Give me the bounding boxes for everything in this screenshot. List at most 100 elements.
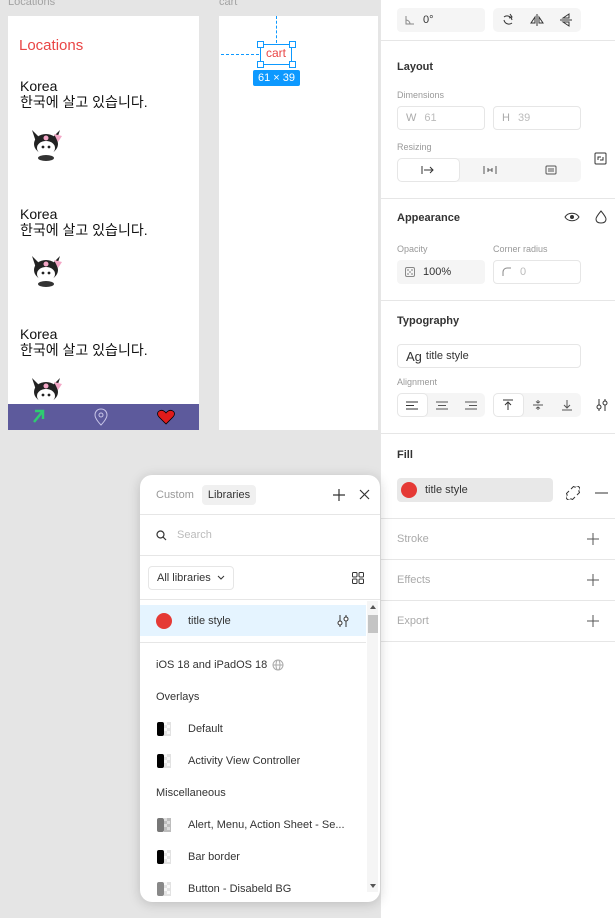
- width-value: 61: [424, 112, 437, 124]
- align-center-icon: [436, 401, 448, 409]
- style-item[interactable]: Button - Disabeld BG: [140, 873, 366, 902]
- resizing-hug-button[interactable]: [460, 158, 521, 182]
- align-bottom-icon: [561, 400, 572, 411]
- style-list[interactable]: title style iOS 18 and iPadOS 18 Overlay…: [140, 601, 366, 902]
- style-item[interactable]: Bar border: [140, 841, 366, 873]
- scroll-up-icon[interactable]: [368, 603, 378, 611]
- resize-handle[interactable]: [289, 61, 296, 68]
- split-swatch-icon: [157, 882, 171, 896]
- tab-custom[interactable]: Custom: [150, 485, 200, 505]
- selection-box[interactable]: [260, 44, 292, 65]
- corner-radius-field[interactable]: 0: [493, 260, 581, 284]
- align-center-button[interactable]: [428, 393, 457, 417]
- alignment-label: Alignment: [397, 377, 438, 387]
- cart-frame[interactable]: cart 61 × 39: [219, 16, 378, 430]
- location-entry[interactable]: Korea 한국에 살고 있습니다.: [20, 78, 148, 110]
- stroke-title: Stroke: [397, 533, 429, 545]
- entry-country: Korea: [20, 326, 58, 342]
- height-value: 39: [517, 112, 531, 124]
- align-left-button[interactable]: [397, 393, 428, 417]
- remove-fill-icon[interactable]: [595, 492, 608, 494]
- stroke-section[interactable]: Stroke: [381, 519, 615, 560]
- resizing-fill-button[interactable]: [520, 158, 581, 182]
- effects-section[interactable]: Effects: [381, 560, 615, 601]
- resize-handle[interactable]: [257, 41, 264, 48]
- rotate-button[interactable]: [493, 8, 522, 32]
- flip-horizontal-button[interactable]: [522, 8, 551, 32]
- resize-to-fit-icon[interactable]: [594, 152, 607, 165]
- map-pin-icon[interactable]: [94, 408, 108, 426]
- style-item[interactable]: Alert, Menu, Action Sheet - Se...: [140, 809, 366, 841]
- split-swatch-icon: [157, 818, 171, 832]
- export-section[interactable]: Export: [381, 601, 615, 642]
- add-effect-icon[interactable]: [587, 574, 599, 586]
- fill-style-name: title style: [425, 484, 468, 496]
- tab-libraries[interactable]: Libraries: [201, 484, 257, 505]
- library-filter-dropdown[interactable]: All libraries: [148, 565, 234, 590]
- entry-text: 한국에 살고 있습니다.: [20, 222, 148, 238]
- scrollbar-thumb[interactable]: [368, 615, 378, 633]
- add-stroke-icon[interactable]: [587, 533, 599, 545]
- align-top-icon: [503, 399, 514, 410]
- detach-style-icon[interactable]: [566, 486, 580, 500]
- text-settings-icon[interactable]: [595, 398, 609, 412]
- text-style-name: title style: [425, 350, 469, 362]
- resizing-fixed-button[interactable]: [397, 158, 460, 182]
- fill-container-icon: [545, 165, 557, 175]
- locations-title[interactable]: Locations: [19, 37, 83, 54]
- fill-style-picker[interactable]: Custom Libraries All libraries title sty…: [140, 475, 380, 902]
- rotation-field[interactable]: 0°: [397, 8, 485, 32]
- close-icon[interactable]: [359, 489, 370, 500]
- style-item[interactable]: Default: [140, 713, 366, 745]
- scrollbar[interactable]: [367, 601, 378, 892]
- locations-frame[interactable]: Locations Korea 한국에 살고 있습니다. Korea 한국에 살…: [8, 16, 199, 430]
- selected-color-dot: [156, 612, 172, 629]
- tab-bar[interactable]: [8, 404, 199, 430]
- heart-icon[interactable]: [156, 409, 175, 425]
- resize-handle[interactable]: [289, 41, 296, 48]
- hug-contents-icon: [483, 166, 497, 174]
- export-title: Export: [397, 615, 429, 627]
- library-heading: iOS 18 and iPadOS 18: [140, 649, 366, 681]
- resize-handle[interactable]: [257, 61, 264, 68]
- entry-text: 한국에 살고 있습니다.: [20, 94, 148, 110]
- mascot-image[interactable]: [28, 250, 64, 288]
- frame-label-cart[interactable]: cart: [219, 0, 237, 8]
- chevron-down-icon: [217, 575, 225, 580]
- opacity-field[interactable]: 100%: [397, 260, 485, 284]
- corner-radius-label: Corner radius: [493, 244, 548, 254]
- typography-title: Typography: [397, 315, 460, 327]
- library-name: iOS 18 and iPadOS 18: [156, 659, 268, 671]
- align-bottom-button[interactable]: [552, 393, 581, 417]
- entry-text: 한국에 살고 있습니다.: [20, 342, 148, 358]
- width-field[interactable]: W 61: [397, 106, 485, 130]
- search-input[interactable]: [177, 529, 347, 541]
- edit-style-icon[interactable]: [336, 614, 350, 628]
- grid-view-icon[interactable]: [352, 571, 364, 584]
- horizontal-align-controls: [397, 393, 485, 417]
- flip-vertical-button[interactable]: [552, 8, 581, 32]
- mascot-image[interactable]: [28, 124, 64, 162]
- split-swatch-icon: [157, 722, 171, 736]
- location-entry[interactable]: Korea 한국에 살고 있습니다.: [20, 326, 148, 358]
- location-entry[interactable]: Korea 한국에 살고 있습니다.: [20, 206, 148, 238]
- add-export-icon[interactable]: [587, 615, 599, 627]
- eye-icon[interactable]: [564, 212, 580, 222]
- arrow-icon[interactable]: [32, 409, 46, 425]
- fill-style-field[interactable]: title style: [397, 478, 553, 502]
- corner-radius-icon: [502, 267, 511, 276]
- scroll-down-icon[interactable]: [368, 882, 378, 890]
- frame-label-locations[interactable]: Locations: [8, 0, 55, 8]
- plus-icon[interactable]: [333, 488, 345, 501]
- align-right-button[interactable]: [456, 393, 485, 417]
- style-item-selected[interactable]: title style: [140, 605, 366, 636]
- picker-filter-bar: All libraries: [140, 556, 380, 600]
- typography-section: Typography Ag title style Alignment: [381, 301, 615, 434]
- blend-mode-icon[interactable]: [595, 210, 607, 224]
- opacity-label: Opacity: [397, 244, 428, 254]
- align-middle-button[interactable]: [524, 393, 553, 417]
- style-item[interactable]: Activity View Controller: [140, 745, 366, 777]
- align-top-button[interactable]: [493, 393, 524, 417]
- text-style-field[interactable]: Ag title style: [397, 344, 581, 368]
- height-field[interactable]: H 39: [493, 106, 581, 130]
